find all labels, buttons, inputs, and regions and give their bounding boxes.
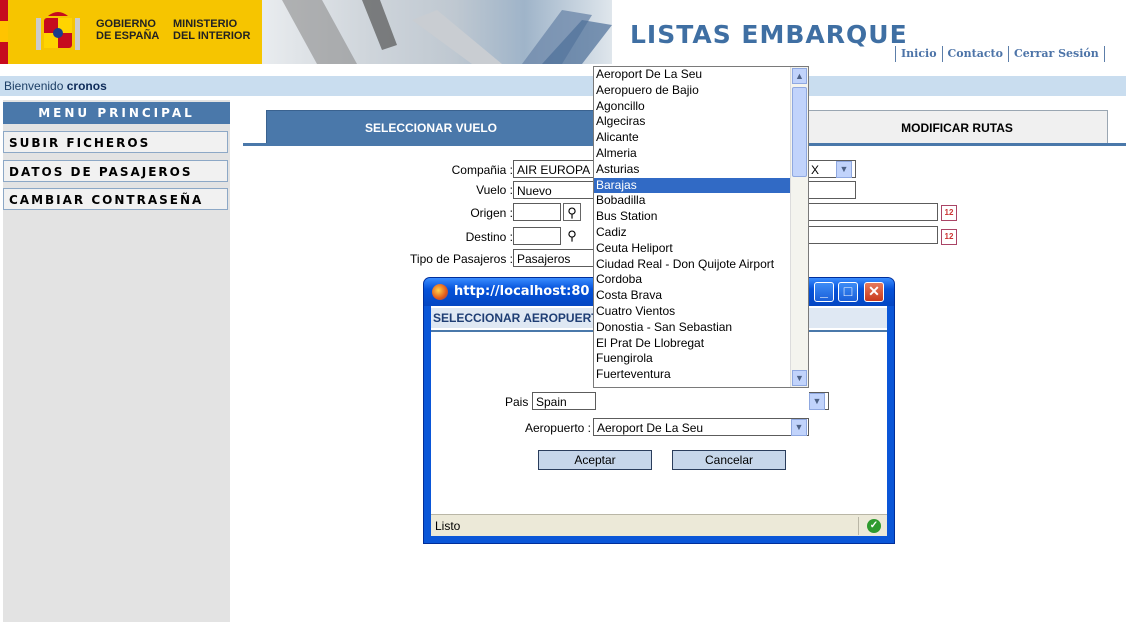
government-name: GOBIERNO DE ESPAÑA	[96, 18, 159, 42]
status-bar: Listo ✓	[431, 514, 887, 536]
dropdown-option[interactable]: Cuatro Vientos	[594, 304, 808, 320]
scroll-up-icon[interactable]: ▲	[792, 68, 807, 84]
header: GOBIERNO DE ESPAÑA MINISTERIO DEL INTERI…	[0, 0, 1126, 74]
ministry-line-2: DEL INTERIOR	[173, 30, 251, 42]
chevron-down-icon[interactable]: ▼	[791, 419, 807, 436]
link-cerrar-sesion[interactable]: Cerrar Sesión	[1014, 47, 1099, 60]
tipo-pasajeros-label: Tipo de Pasajeros :	[410, 252, 513, 266]
link-separator	[1007, 46, 1009, 62]
gov-line-2: DE ESPAÑA	[96, 30, 160, 42]
destino-label: Destino :	[465, 230, 513, 244]
tab-seleccionar-vuelo[interactable]: SELECCIONAR VUELO	[266, 110, 596, 144]
government-logo-block: GOBIERNO DE ESPAÑA MINISTERIO DEL INTERI…	[8, 0, 262, 64]
vuelo-label: Vuelo :	[476, 183, 513, 197]
dropdown-option[interactable]: Agoncillo	[594, 99, 808, 115]
aceptar-button[interactable]: Aceptar	[538, 450, 652, 470]
dropdown-option[interactable]: Almeria	[594, 146, 808, 162]
dropdown-option[interactable]: Ceuta Heliport	[594, 241, 808, 257]
aeropuerto-label: Aeropuerto :	[524, 421, 591, 435]
dropdown-option[interactable]: Cordoba	[594, 272, 808, 288]
vuelo-input[interactable]: Nuevo	[513, 181, 595, 199]
dropdown-scrollbar[interactable]: ▲ ▼	[790, 67, 808, 387]
sidebar-item-datos-de-pasajeros[interactable]: DATOS DE PASAJEROS	[3, 160, 228, 182]
dropdown-option[interactable]: Costa Brava	[594, 288, 808, 304]
dropdown-option[interactable]: Cadiz	[594, 225, 808, 241]
compania-right-text: X	[811, 163, 820, 177]
dropdown-option[interactable]: Algeciras	[594, 114, 808, 130]
minimize-icon[interactable]: _	[814, 282, 834, 302]
status-divider	[858, 517, 859, 535]
header-photo	[262, 0, 612, 64]
sidebar-item-cambiar-contrasena[interactable]: CAMBIAR CONTRASEÑA	[3, 188, 228, 210]
sidebar-item-subir-ficheros[interactable]: SUBIR FICHEROS	[3, 131, 228, 153]
link-separator	[1103, 46, 1105, 62]
dropdown-option[interactable]: Bus Station	[594, 209, 808, 225]
dropdown-option[interactable]: Alicante	[594, 130, 808, 146]
compania-select[interactable]: AIR EUROPA	[513, 160, 595, 178]
destino-input[interactable]	[513, 227, 561, 245]
dropdown-option[interactable]: El Prat De Llobregat	[594, 336, 808, 352]
coat-of-arms-icon	[36, 12, 80, 50]
scroll-thumb[interactable]	[792, 87, 807, 177]
top-links: Inicio Contacto Cerrar Sesión	[890, 46, 1110, 62]
dropdown-option[interactable]: Barajas	[594, 177, 808, 194]
dropdown-option[interactable]: Fuengirola	[594, 351, 808, 367]
app-title: LISTAS EMBARQUE	[630, 20, 908, 49]
link-contacto[interactable]: Contacto	[948, 47, 1003, 60]
airport-dropdown-list[interactable]: Aeroport De La Seu Aeropuero de Bajio Agon…	[593, 66, 809, 388]
calendar-icon[interactable]: 12	[941, 229, 957, 245]
welcome-prefix: Bienvenido	[4, 79, 64, 93]
dropdown-option[interactable]: Donostia - San Sebastian	[594, 320, 808, 336]
status-text: Listo	[435, 519, 461, 533]
search-icon[interactable]: ⚲	[563, 203, 581, 221]
airport-photo-illustration	[282, 0, 612, 64]
welcome-bar	[0, 76, 1126, 96]
dropdown-options: Aeroport De La Seu Aeropuero de Bajio Agon…	[594, 67, 808, 383]
chevron-down-icon[interactable]: ▼	[809, 393, 825, 410]
destino-right-field[interactable]	[808, 226, 938, 244]
link-separator	[895, 46, 896, 62]
sidebar-title: MENU PRINCIPAL	[3, 102, 230, 124]
ministry-name: MINISTERIO DEL INTERIOR	[173, 18, 250, 42]
pais-label: Pais :	[504, 395, 535, 409]
origen-label: Origen :	[470, 206, 513, 220]
window-title: http://localhost:80	[454, 284, 590, 299]
ministry-line-1: MINISTERIO	[173, 18, 238, 30]
tab-modificar-rutas[interactable]: MODIFICAR RUTAS	[806, 110, 1108, 144]
gov-line-1: GOBIERNO	[96, 18, 156, 30]
dropdown-option[interactable]: Aeroport De La Seu	[594, 67, 808, 83]
dropdown-option[interactable]: Fuerteventura	[594, 367, 808, 383]
origen-input[interactable]	[513, 203, 561, 221]
dropdown-option[interactable]: Aeropuero de Bajio	[594, 83, 808, 99]
origen-right-field[interactable]	[808, 203, 938, 221]
scroll-down-icon[interactable]: ▼	[792, 370, 807, 386]
aeropuerto-select[interactable]: Aeroport De La Seu	[593, 418, 809, 436]
link-inicio[interactable]: Inicio	[901, 47, 937, 60]
tipo-pasajeros-select[interactable]: Pasajeros	[513, 249, 595, 267]
compania-label: Compañia :	[451, 163, 513, 177]
vuelo-input-right[interactable]	[808, 181, 856, 199]
flag-stripe	[0, 0, 8, 64]
chevron-down-icon[interactable]: ▼	[836, 161, 852, 178]
search-icon[interactable]: ⚲	[563, 227, 581, 245]
pais-select[interactable]: Spain	[532, 392, 596, 410]
welcome-message: Bienvenido cronos	[4, 79, 107, 93]
dropdown-option[interactable]: Bobadilla	[594, 193, 808, 209]
dropdown-option[interactable]: Ciudad Real - Don Quijote Airport	[594, 257, 808, 273]
maximize-icon[interactable]: □	[838, 282, 858, 302]
calendar-icon[interactable]: 12	[941, 205, 957, 221]
username: cronos	[66, 79, 107, 93]
dropdown-option[interactable]: Asturias	[594, 162, 808, 178]
cancelar-button[interactable]: Cancelar	[672, 450, 786, 470]
link-separator	[941, 46, 943, 62]
close-icon[interactable]: ✕	[864, 282, 884, 302]
firefox-icon	[432, 284, 448, 300]
check-icon: ✓	[867, 519, 881, 533]
